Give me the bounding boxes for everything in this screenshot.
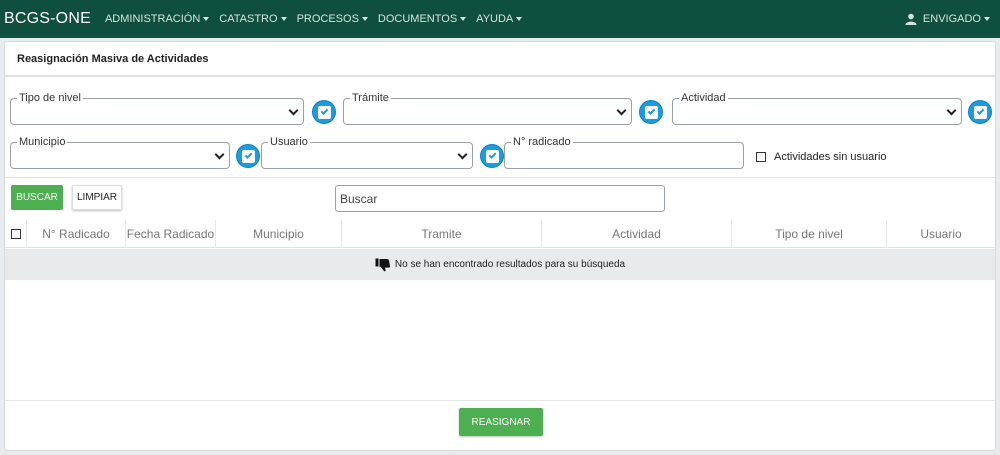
municipio-check-icon[interactable] — [237, 145, 259, 167]
tipo-nivel-check-icon[interactable] — [313, 101, 335, 123]
municipio-label: Municipio — [17, 135, 68, 149]
col-tipo-nivel[interactable]: Tipo de nivel — [732, 220, 887, 248]
sin-usuario-checkbox[interactable] — [756, 152, 766, 162]
chevron-down-icon — [616, 105, 627, 116]
menu-administracion-label: ADMINISTRACIÓN — [104, 13, 201, 25]
menu-procesos[interactable]: PROCESOS — [297, 13, 368, 25]
buscar-button[interactable]: BUSCAR — [11, 185, 63, 210]
col-tramite[interactable]: Tramite — [342, 220, 542, 248]
menu-procesos-label: PROCESOS — [296, 13, 359, 25]
caret-down-icon — [460, 17, 467, 21]
user-menu[interactable]: ENVIGADO — [905, 0, 990, 38]
thumbs-down-icon — [375, 258, 390, 271]
col-usuario[interactable]: Usuario — [887, 220, 995, 248]
menu-catastro[interactable]: CATASTRO — [219, 13, 287, 25]
chevron-down-icon — [288, 105, 299, 116]
usuario-select[interactable]: Usuario — [261, 135, 473, 169]
chevron-down-icon — [457, 149, 468, 160]
col-actividad[interactable]: Actividad — [542, 220, 732, 248]
caret-down-icon — [516, 17, 523, 21]
menu-administracion[interactable]: ADMINISTRACIÓN — [104, 13, 210, 25]
tramite-check-icon[interactable] — [640, 101, 662, 123]
top-navbar: BCGS-ONE ADMINISTRACIÓN CATASTRO PROCESO… — [0, 0, 1000, 38]
col-fecha-radicado[interactable]: Fecha Radicado — [126, 220, 216, 248]
empty-message: No se han encontrado resultados para su … — [394, 259, 626, 270]
caret-down-icon — [984, 17, 990, 21]
empty-results-row: No se han encontrado resultados para su … — [5, 249, 995, 280]
table-header: N° Radicado Fecha Radicado Municipio Tra… — [5, 220, 995, 248]
usuario-label: Usuario — [268, 135, 310, 149]
caret-down-icon — [280, 17, 287, 21]
chevron-down-icon — [946, 105, 957, 116]
radicado-input[interactable]: N° radicado — [504, 135, 744, 169]
divider — [5, 177, 995, 178]
search-input[interactable]: Buscar — [335, 185, 665, 212]
divider — [5, 400, 995, 401]
usuario-check-icon[interactable] — [481, 145, 503, 167]
menu-ayuda[interactable]: AYUDA — [476, 13, 523, 25]
limpiar-button[interactable]: LIMPIAR — [72, 185, 122, 210]
user-icon — [905, 13, 917, 25]
menu-documentos-label: DOCUMENTOS — [377, 13, 458, 25]
brand-logo[interactable]: BCGS-ONE — [4, 10, 91, 28]
caret-down-icon — [203, 17, 210, 21]
user-name: ENVIGADO — [922, 13, 981, 25]
menu-catastro-label: CATASTRO — [219, 13, 278, 25]
actividad-select[interactable]: Actividad — [672, 91, 962, 125]
tramite-select[interactable]: Trámite — [343, 91, 632, 125]
select-all-checkbox[interactable] — [10, 229, 21, 239]
actividad-label: Actividad — [679, 91, 728, 105]
caret-down-icon — [361, 17, 368, 21]
menu-documentos[interactable]: DOCUMENTOS — [377, 13, 467, 25]
actividad-check-icon[interactable] — [969, 101, 991, 123]
chevron-down-icon — [214, 149, 225, 160]
menu-ayuda-label: AYUDA — [476, 13, 514, 25]
municipio-select[interactable]: Municipio — [10, 135, 230, 169]
sin-usuario-label: Actividades sin usuario — [774, 151, 887, 163]
page-title: Reasignación Masiva de Actividades — [5, 42, 995, 77]
col-municipio[interactable]: Municipio — [216, 220, 342, 248]
tipo-nivel-label: Tipo de nivel — [17, 91, 83, 105]
col-radicado[interactable]: N° Radicado — [27, 220, 126, 248]
sin-usuario-checkbox-group[interactable]: Actividades sin usuario — [756, 151, 887, 163]
reasignar-button[interactable]: REASIGNAR — [459, 408, 543, 436]
radicado-label: N° radicado — [511, 135, 573, 149]
tipo-nivel-select[interactable]: Tipo de nivel — [10, 91, 304, 125]
tramite-label: Trámite — [350, 91, 391, 105]
main-card: Reasignación Masiva de Actividades Tipo … — [4, 41, 996, 451]
select-all-cell — [5, 220, 27, 248]
